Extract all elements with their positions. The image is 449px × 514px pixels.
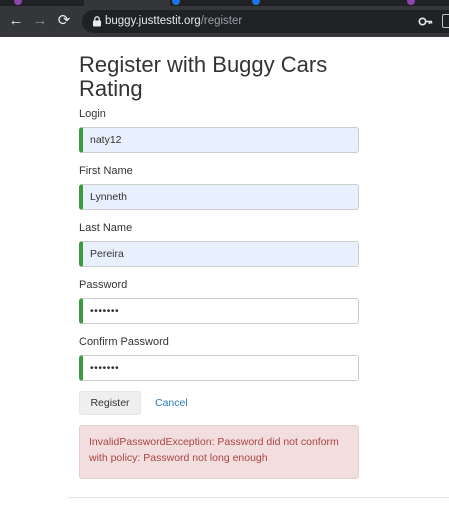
first-name-field[interactable]	[79, 184, 359, 210]
extension-icon[interactable]	[442, 14, 449, 28]
tab-favicon[interactable]	[172, 0, 180, 5]
reload-button[interactable]: ⟳	[54, 11, 74, 31]
arrow-right-icon: →	[32, 12, 48, 29]
browser-toolbar: ← → ⟳ buggy.justtestit.org/register	[0, 6, 449, 37]
reload-icon: ⟳	[57, 12, 71, 29]
tab-favicon[interactable]	[252, 0, 260, 5]
last-name-field[interactable]	[79, 241, 359, 267]
tab-favicon[interactable]	[14, 0, 22, 5]
url-text[interactable]: buggy.justtestit.org/register	[105, 14, 242, 29]
login-label: Login	[79, 108, 106, 120]
page-title: Register with Buggy Cars Rating	[79, 52, 328, 101]
password-label: Password	[79, 279, 128, 291]
error-alert: InvalidPasswordException: Password did n…	[79, 425, 359, 479]
lock-icon[interactable]	[92, 16, 102, 27]
arrow-left-icon: ←	[8, 12, 24, 29]
confirm-password-field[interactable]	[79, 355, 359, 381]
error-message: InvalidPasswordException: Password did n…	[89, 436, 339, 464]
cancel-link[interactable]: Cancel	[155, 396, 188, 410]
confirm-password-label: Confirm Password	[79, 336, 169, 348]
back-button[interactable]: ←	[6, 11, 26, 31]
password-field[interactable]	[79, 298, 359, 324]
url-host: buggy.justtestit.org	[105, 15, 201, 27]
last-name-label: Last Name	[79, 222, 133, 234]
footer-divider	[68, 497, 449, 498]
address-bar[interactable]: buggy.justtestit.org/register	[82, 10, 449, 33]
first-name-label: First Name	[79, 165, 133, 177]
forward-button[interactable]: →	[30, 11, 50, 31]
key-icon[interactable]	[418, 15, 434, 28]
register-button[interactable]: Register	[79, 391, 141, 415]
url-path: /register	[200, 15, 243, 27]
tab-favicon[interactable]	[407, 0, 415, 5]
login-field[interactable]	[79, 127, 359, 153]
